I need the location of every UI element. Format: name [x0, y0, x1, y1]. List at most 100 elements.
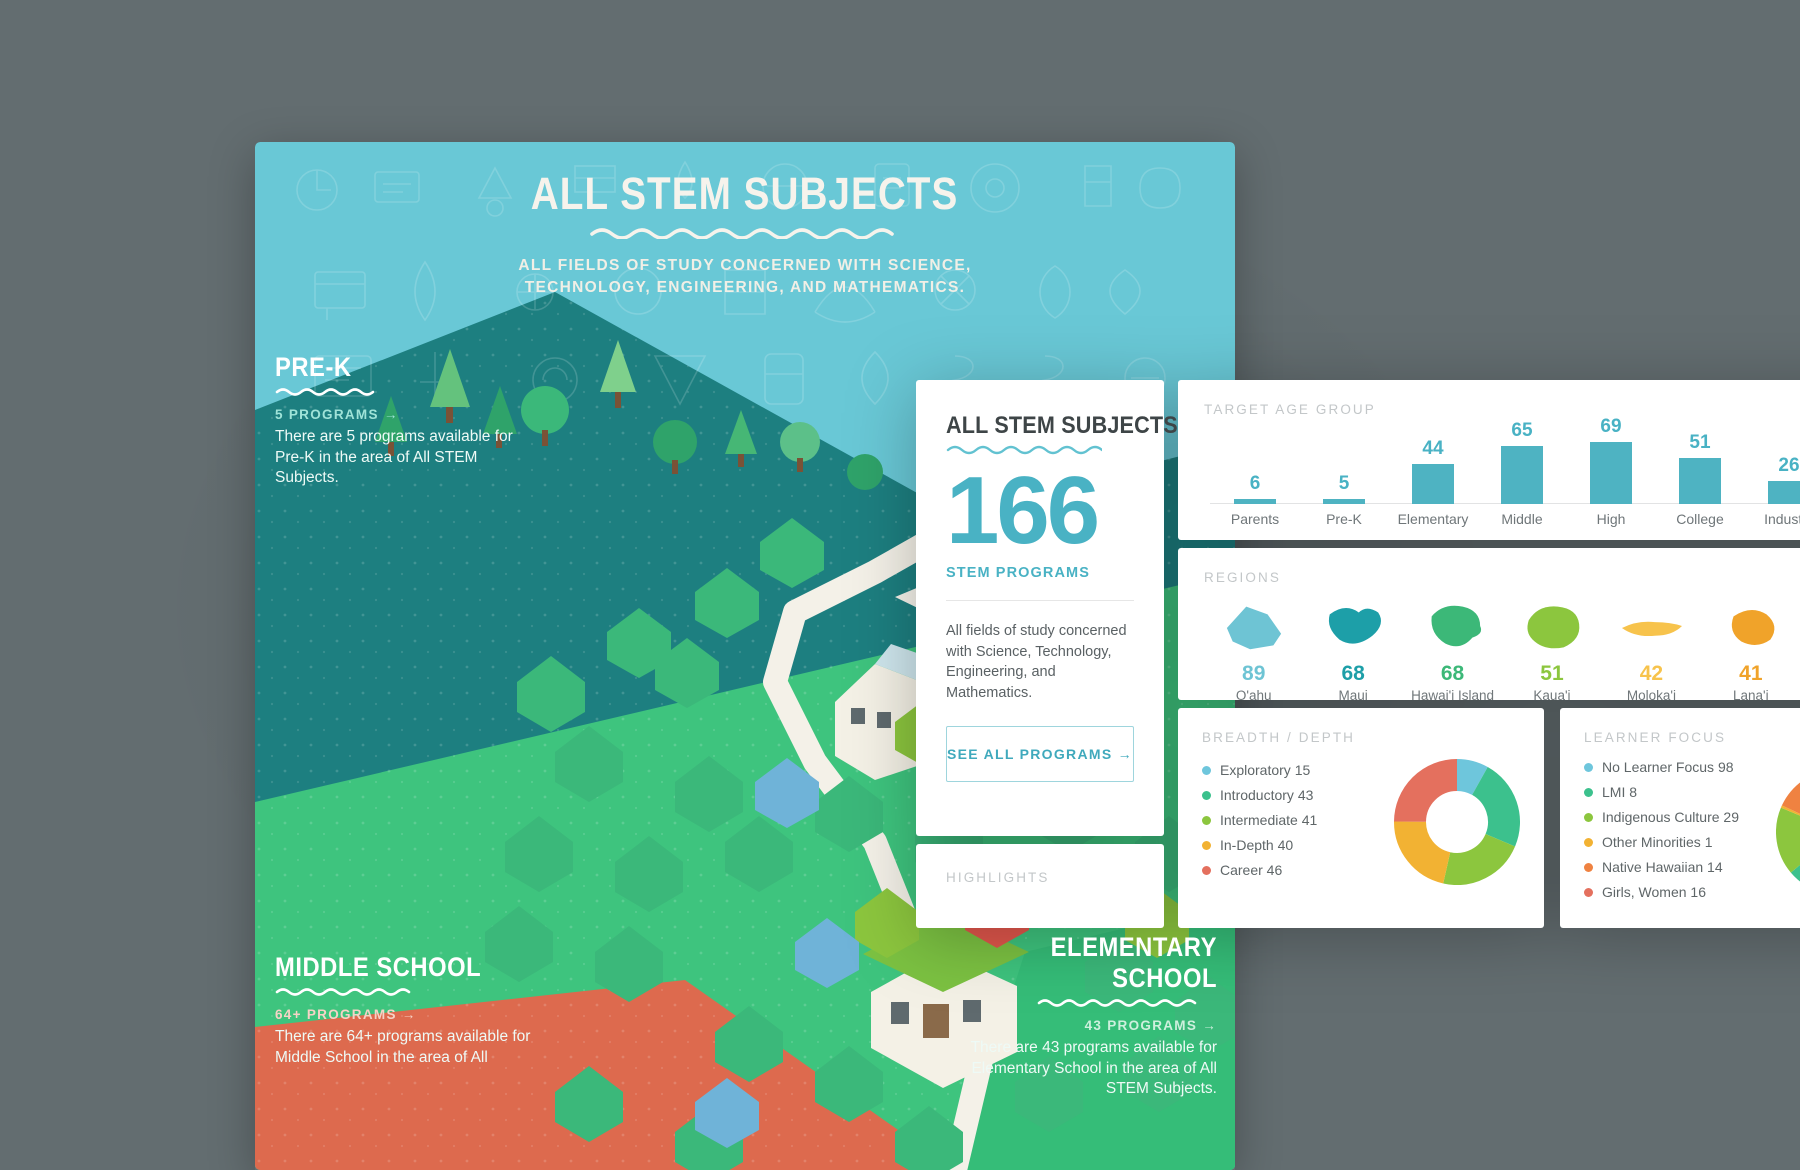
poster-block-desc: There are 5 programs available for Pre-K…	[275, 428, 513, 487]
bar-value: 51	[1689, 432, 1711, 453]
regions-card: REGIONS 89 O'ahu 68 Maui 68 Hawai'i Island 51 K…	[1178, 548, 1800, 703]
poster-block-prek: PRE-K 5 PROGRAMS → There are 5 programs …	[275, 352, 535, 489]
region-item[interactable]: 41 Lana'i	[1701, 595, 1800, 703]
bar-column: 65 Middle	[1475, 420, 1569, 527]
donut-segment[interactable]	[1456, 759, 1488, 796]
region-name: Hawai'i Island	[1411, 688, 1494, 703]
bar-rect	[1412, 464, 1454, 504]
donut-segment[interactable]	[1394, 759, 1458, 823]
legend-item[interactable]: No Learner Focus 98	[1584, 759, 1739, 775]
bar-rect	[1234, 499, 1276, 504]
bar-column: 51 College	[1653, 432, 1747, 527]
bar-rect	[1590, 442, 1632, 504]
region-value: 51	[1540, 662, 1564, 685]
regions-label: REGIONS	[1204, 570, 1281, 585]
donut-segment[interactable]	[1780, 804, 1800, 816]
program-count: 166	[946, 457, 1100, 564]
bar-category: High	[1596, 511, 1626, 527]
legend-item[interactable]: Career 46	[1202, 862, 1317, 878]
bar-rect	[1768, 481, 1800, 504]
bar-category: Middle	[1501, 511, 1543, 527]
block-squiggle	[275, 388, 375, 396]
region-name: Lana'i	[1733, 688, 1769, 703]
bar-value: 44	[1422, 438, 1444, 459]
breadth-depth-label: BREADTH / DEPTH	[1202, 730, 1356, 745]
legend-item[interactable]: Native Hawaiian 14	[1584, 859, 1739, 875]
region-item[interactable]: 68 Maui	[1303, 595, 1402, 703]
bar-value: 69	[1600, 416, 1622, 437]
donut-segment[interactable]	[1394, 820, 1452, 884]
island-icon	[1226, 606, 1281, 650]
legend-label: Career 46	[1220, 862, 1283, 878]
legend-label: Intermediate 41	[1220, 812, 1318, 828]
region-item[interactable]: 42 Moloka'i	[1602, 595, 1701, 703]
donut-segment[interactable]	[1443, 833, 1516, 885]
donut-segment[interactable]	[1776, 807, 1800, 873]
bar-column: 26 Industry	[1742, 455, 1800, 527]
bar-column: 5 Pre-K	[1297, 473, 1391, 527]
region-item[interactable]: 68 Hawai'i Island	[1403, 595, 1502, 703]
poster-block-desc: There are 43 programs available for Elem…	[970, 1039, 1217, 1098]
legend-color-dot	[1202, 840, 1211, 850]
region-item[interactable]: 51 Kaua'i	[1502, 595, 1601, 703]
learner-focus-card: LEARNER FOCUS No Learner Focus 98 LMI 8 In…	[1560, 708, 1800, 928]
island-icon	[1431, 605, 1481, 647]
bar-category: Industry	[1764, 511, 1800, 527]
legend-label: Exploratory 15	[1220, 762, 1311, 778]
poster-block-middle: MIDDLE SCHOOL 64+ PROGRAMS → There are 6…	[275, 952, 535, 1068]
bar-column: 69 High	[1564, 416, 1658, 527]
island-icon	[1527, 606, 1580, 649]
region-value: 41	[1739, 662, 1763, 685]
legend-item[interactable]: Introductory 43	[1202, 787, 1317, 803]
donut-segment[interactable]	[1781, 782, 1800, 814]
legend-color-dot	[1202, 790, 1211, 800]
highlights-card: HIGHLIGHTS	[916, 844, 1164, 928]
legend-color-dot	[1584, 887, 1593, 897]
legend-label: Other Minorities 1	[1602, 834, 1713, 850]
bar-column: 6 Parents	[1208, 473, 1302, 527]
divider	[946, 600, 1134, 602]
poster-block-programs-link[interactable]: 5 PROGRAMS →	[275, 407, 535, 422]
age-group-bar-chart: 6 Parents 5 Pre-K 44 Elementary 65 Middle 69 High…	[1204, 416, 1800, 527]
legend-item[interactable]: Other Minorities 1	[1584, 834, 1739, 850]
donut-segment[interactable]	[1471, 767, 1520, 847]
poster-block-programs-link[interactable]: 64+ PROGRAMS →	[275, 1007, 535, 1022]
poster-block-title: PRE-K	[275, 352, 352, 382]
legend-item[interactable]: In-Depth 40	[1202, 837, 1317, 853]
poster-block-title: MIDDLE SCHOOL	[275, 952, 482, 982]
region-name: O'ahu	[1235, 688, 1272, 703]
block-squiggle	[275, 988, 411, 996]
learner-focus-label: LEARNER FOCUS	[1584, 730, 1727, 745]
legend-label: Girls, Women 16	[1602, 884, 1706, 900]
legend-item[interactable]: Indigenous Culture 29	[1584, 809, 1739, 825]
poster-block-desc: There are 64+ programs available for Mid…	[275, 1028, 531, 1066]
summary-description: All fields of study concerned with Scien…	[946, 623, 1127, 702]
poster-block-elementary: ELEMENTARY SCHOOL 43 PROGRAMS → There ar…	[947, 932, 1217, 1100]
region-item[interactable]: 89 O'ahu	[1204, 595, 1303, 703]
legend-label: LMI 8	[1602, 784, 1638, 800]
breadth-donut-chart	[1394, 759, 1520, 890]
legend-color-dot	[1202, 865, 1211, 875]
bar-value: 6	[1249, 473, 1261, 494]
legend-item[interactable]: Girls, Women 16	[1584, 884, 1739, 900]
bar-rect	[1679, 458, 1721, 504]
island-icon	[1622, 621, 1683, 637]
bar-category: Parents	[1230, 511, 1280, 527]
learner-legend: No Learner Focus 98 LMI 8 Indigenous Cultu…	[1584, 759, 1739, 909]
bar-category: Pre-K	[1326, 511, 1362, 527]
learner-donut-chart	[1776, 769, 1800, 900]
see-all-programs-button[interactable]: SEE ALL PROGRAMS →	[946, 725, 1134, 782]
breadth-legend: Exploratory 15 Introductory 43 Intermediat…	[1202, 762, 1317, 887]
title-squiggle	[590, 228, 894, 239]
legend-item[interactable]: LMI 8	[1584, 784, 1739, 800]
legend-color-dot	[1584, 862, 1593, 872]
island-icon	[1329, 608, 1382, 644]
bar-column: 44 Elementary	[1386, 438, 1480, 527]
region-value: 42	[1639, 662, 1664, 685]
poster-title: ALL STEM SUBJECTS	[531, 168, 959, 219]
bar-value: 26	[1778, 455, 1800, 476]
legend-item[interactable]: Exploratory 15	[1202, 762, 1317, 778]
program-count-label: STEM PROGRAMS	[946, 565, 1090, 582]
legend-item[interactable]: Intermediate 41	[1202, 812, 1317, 828]
poster-block-programs-link[interactable]: 43 PROGRAMS →	[947, 1018, 1217, 1033]
